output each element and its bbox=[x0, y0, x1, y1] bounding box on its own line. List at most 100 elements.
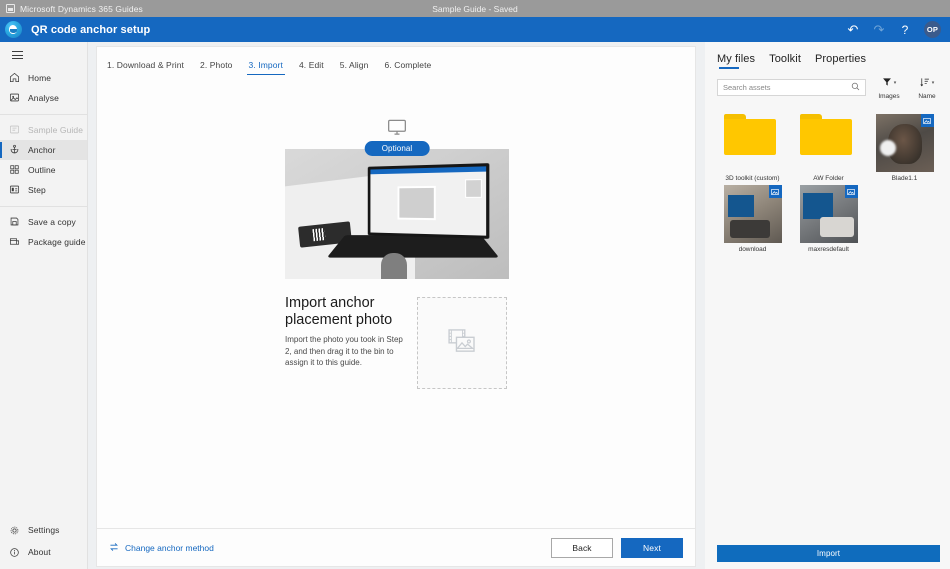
wizard-step-5[interactable]: 5. Align bbox=[338, 60, 371, 75]
sidebar-item-label: Settings bbox=[28, 525, 60, 535]
list-item[interactable]: Blade1.1 bbox=[869, 114, 940, 182]
photo-hand bbox=[381, 253, 407, 279]
file-name: AW Folder bbox=[813, 175, 844, 182]
sidebar-item-label: Anchor bbox=[28, 144, 56, 155]
sidebar-primary-list: Home Analyse Sample Guide Anchor Outline… bbox=[0, 68, 87, 252]
sidebar-item-save-a-copy[interactable]: Save a copy bbox=[0, 212, 87, 232]
help-icon[interactable]: ? bbox=[898, 24, 912, 36]
image-badge-icon bbox=[768, 185, 782, 198]
avatar[interactable]: OP bbox=[924, 21, 941, 38]
sidebar-item-settings[interactable]: Settings bbox=[0, 519, 87, 541]
import-button[interactable]: Import bbox=[717, 545, 940, 562]
search-icon bbox=[851, 78, 860, 96]
assets-panel-tabs: My files Toolkit Properties bbox=[705, 42, 950, 70]
wizard-buttons: Back Next bbox=[551, 537, 683, 558]
wizard-steps: 1. Download & Print 2. Photo 3. Import 4… bbox=[97, 47, 695, 75]
wizard-action-bar: Change anchor method Back Next bbox=[97, 528, 695, 566]
sidebar-item-package-guide[interactable]: Package guide bbox=[0, 232, 87, 252]
image-badge-icon bbox=[844, 185, 858, 198]
sidebar-item-label: Sample Guide bbox=[28, 124, 84, 135]
list-item[interactable]: AW Folder bbox=[793, 114, 864, 182]
outline-icon bbox=[9, 164, 20, 175]
anchor-icon bbox=[9, 144, 20, 155]
title-bar: Microsoft Dynamics 365 Guides Sample Gui… bbox=[0, 0, 950, 17]
list-item[interactable]: maxresdefault bbox=[793, 185, 864, 253]
assets-panel: My files Toolkit Properties ▾ Images bbox=[705, 42, 950, 569]
sidebar-item-home[interactable]: Home bbox=[0, 68, 87, 88]
step-icon bbox=[9, 184, 20, 195]
search-assets-box[interactable] bbox=[717, 78, 866, 96]
desktop-monitor-icon bbox=[387, 119, 407, 136]
sidebar-item-label: Save a copy bbox=[28, 216, 76, 227]
sidebar: Home Analyse Sample Guide Anchor Outline… bbox=[0, 42, 88, 569]
sidebar-divider-2 bbox=[0, 205, 87, 207]
list-item[interactable]: download bbox=[717, 185, 788, 253]
photo-screen-thumb bbox=[465, 179, 482, 198]
info-icon bbox=[9, 547, 20, 558]
assets-panel-footer: Import bbox=[705, 545, 950, 569]
sidebar-item-label: Home bbox=[28, 72, 52, 83]
command-bar: QR code anchor setup ↶ ↷ ? OP bbox=[0, 17, 950, 42]
hero-description: Import the photo you took in Step 2, and… bbox=[285, 335, 403, 367]
sidebar-item-sample-guide: Sample Guide bbox=[0, 120, 87, 140]
tab-properties[interactable]: Properties bbox=[815, 53, 866, 70]
assets-toolbar: ▾ Images ▾ Name bbox=[705, 70, 950, 100]
wizard-step-4[interactable]: 4. Edit bbox=[297, 60, 326, 75]
app-window: Microsoft Dynamics 365 Guides Sample Gui… bbox=[0, 0, 950, 569]
package-icon bbox=[9, 236, 20, 247]
search-input[interactable] bbox=[723, 82, 851, 92]
wizard-step-3[interactable]: 3. Import bbox=[246, 60, 286, 75]
sidebar-bottom-list: Settings About bbox=[0, 519, 87, 569]
image-badge-icon bbox=[920, 114, 934, 127]
optional-badge: Optional bbox=[364, 141, 430, 156]
wizard-step-1[interactable]: 1. Download & Print bbox=[105, 60, 186, 75]
main-content: 1. Download & Print 2. Photo 3. Import 4… bbox=[96, 46, 696, 567]
sidebar-item-step[interactable]: Step bbox=[0, 180, 87, 200]
redo-icon[interactable]: ↷ bbox=[872, 23, 886, 36]
image-thumbnail bbox=[875, 114, 934, 172]
photo-dropzone[interactable] bbox=[417, 297, 507, 389]
filter-button[interactable]: ▾ Images bbox=[874, 74, 904, 100]
image-placeholder-icon bbox=[448, 328, 476, 358]
tab-my-files[interactable]: My files bbox=[717, 53, 755, 70]
hero-photo bbox=[285, 149, 509, 279]
sidebar-item-label: Outline bbox=[28, 164, 56, 175]
sidebar-item-about[interactable]: About bbox=[0, 541, 87, 563]
sidebar-item-label: About bbox=[28, 547, 51, 557]
wizard-step-2[interactable]: 2. Photo bbox=[198, 60, 234, 75]
undo-icon[interactable]: ↶ bbox=[846, 23, 860, 36]
sidebar-item-label: Analyse bbox=[28, 92, 59, 103]
list-item[interactable]: 3D toolkit (custom) bbox=[717, 114, 788, 182]
sort-icon bbox=[920, 74, 930, 92]
hamburger-icon[interactable] bbox=[0, 42, 87, 68]
next-button[interactable]: Next bbox=[621, 537, 683, 558]
wizard-step-6[interactable]: 6. Complete bbox=[382, 60, 433, 75]
filter-icon bbox=[882, 74, 892, 92]
file-name: maxresdefault bbox=[808, 246, 849, 253]
wizard-step-body: Optional Import anchor placement photo I… bbox=[97, 75, 695, 528]
swap-icon bbox=[109, 542, 119, 554]
folder-thumbnail bbox=[723, 114, 782, 172]
image-thumbnail bbox=[723, 185, 782, 243]
hero-block: Optional Import anchor placement photo I… bbox=[285, 119, 509, 389]
command-bar-actions: ↶ ↷ ? OP bbox=[846, 21, 950, 38]
save-icon bbox=[9, 216, 20, 227]
home-icon bbox=[9, 72, 20, 83]
folder-thumbnail bbox=[799, 114, 858, 172]
sidebar-item-anchor[interactable]: Anchor bbox=[0, 139, 87, 160]
chevron-down-icon: ▾ bbox=[931, 80, 935, 86]
hero-heading: Import anchor placement photo bbox=[285, 295, 393, 328]
photo-laptop-screen bbox=[367, 163, 490, 239]
change-anchor-method-link[interactable]: Change anchor method bbox=[109, 542, 214, 554]
image-thumbnail bbox=[799, 185, 858, 243]
analyse-icon bbox=[9, 92, 20, 103]
sidebar-item-analyse[interactable]: Analyse bbox=[0, 88, 87, 108]
sort-button[interactable]: ▾ Name bbox=[912, 74, 942, 100]
tab-toolkit[interactable]: Toolkit bbox=[769, 53, 801, 70]
back-button[interactable]: Back bbox=[551, 537, 613, 558]
page-title: QR code anchor setup bbox=[31, 23, 151, 36]
change-anchor-method-label: Change anchor method bbox=[125, 542, 214, 553]
sidebar-divider bbox=[0, 113, 87, 115]
sidebar-item-outline[interactable]: Outline bbox=[0, 160, 87, 180]
photo-screen-ui bbox=[370, 166, 487, 236]
